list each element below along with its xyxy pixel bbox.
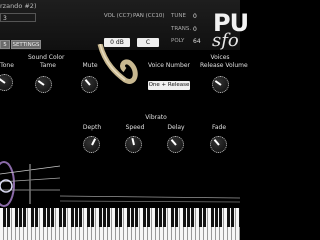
tab-current[interactable]: 5 — [0, 40, 10, 49]
black-key[interactable] — [118, 208, 122, 227]
black-key[interactable] — [210, 208, 214, 227]
pan-field[interactable]: C — [137, 38, 159, 47]
black-key[interactable] — [22, 208, 26, 227]
mute-knob[interactable] — [81, 76, 98, 93]
black-key[interactable] — [106, 208, 110, 227]
black-key[interactable] — [158, 208, 162, 227]
fade-knob[interactable] — [210, 136, 227, 153]
piano-keyboard[interactable] — [0, 208, 240, 240]
black-key[interactable] — [98, 208, 102, 227]
black-key[interactable] — [58, 208, 62, 227]
vibrato-group-label: Vibrato — [145, 114, 167, 121]
trans-value[interactable]: 0 — [193, 26, 197, 33]
voice-number-dropdown[interactable]: One + Release — [148, 81, 190, 90]
tab-settings[interactable]: SETTINGS — [11, 40, 41, 49]
logo-bottom: sfo — [212, 30, 239, 51]
black-key[interactable] — [90, 208, 94, 227]
tune-value[interactable]: 0 — [193, 13, 197, 20]
black-key[interactable] — [202, 208, 206, 227]
black-key[interactable] — [2, 208, 6, 227]
black-key[interactable] — [78, 208, 82, 227]
black-key[interactable] — [238, 208, 240, 227]
black-key[interactable] — [226, 208, 230, 227]
black-key[interactable] — [170, 208, 174, 227]
black-key[interactable] — [162, 208, 166, 227]
black-key[interactable] — [230, 208, 234, 227]
tame-label: Tame — [40, 62, 56, 69]
black-key[interactable] — [114, 208, 118, 227]
black-key[interactable] — [6, 208, 10, 227]
black-key[interactable] — [214, 208, 218, 227]
mute-label: Mute — [82, 62, 98, 69]
black-key[interactable] — [102, 208, 106, 227]
violin-body-graphic — [0, 161, 60, 207]
black-key[interactable] — [130, 208, 134, 227]
depth-label: Depth — [82, 124, 102, 131]
poly-label: POLY — [171, 38, 185, 44]
speed-knob[interactable] — [125, 136, 142, 153]
black-key[interactable] — [154, 208, 158, 227]
black-key[interactable] — [134, 208, 138, 227]
black-key[interactable] — [46, 208, 50, 227]
speed-label: Speed — [125, 124, 145, 131]
black-key[interactable] — [30, 208, 34, 227]
black-key[interactable] — [190, 208, 194, 227]
delay-label: Delay — [167, 124, 185, 131]
poly-value[interactable]: 64 — [193, 38, 201, 45]
tone-label: Tone — [0, 62, 14, 69]
pan-label: PAN (CC10) — [133, 13, 165, 19]
black-key[interactable] — [218, 208, 222, 227]
black-key[interactable] — [18, 208, 22, 227]
window-title: rzando #2) — [0, 2, 37, 10]
violin-scroll-graphic — [97, 44, 138, 84]
black-key[interactable] — [198, 208, 202, 227]
black-key[interactable] — [86, 208, 90, 227]
black-key[interactable] — [74, 208, 78, 227]
delay-knob[interactable] — [167, 136, 184, 153]
black-key[interactable] — [146, 208, 150, 227]
black-key[interactable] — [50, 208, 54, 227]
tune-label: TUNE — [171, 13, 186, 19]
voices-group-label: Voices — [210, 54, 230, 61]
violin-strings-graphic — [60, 195, 240, 203]
release-volume-knob[interactable] — [212, 76, 229, 93]
depth-knob[interactable] — [83, 136, 100, 153]
black-key[interactable] — [126, 208, 130, 227]
voice-number-label: Voice Number — [148, 62, 190, 69]
tone-knob[interactable] — [0, 74, 13, 91]
preset-selector[interactable]: 3 — [0, 13, 36, 22]
vol-label: VOL (CC7) — [103, 13, 133, 19]
black-key[interactable] — [186, 208, 190, 227]
release-volume-label: Release Volume — [200, 62, 248, 69]
sound-color-group-label: Sound Color — [28, 54, 65, 61]
trans-label: TRANS. — [171, 26, 192, 32]
tame-knob[interactable] — [35, 76, 52, 93]
black-key[interactable] — [142, 208, 146, 227]
fade-label: Fade — [211, 124, 227, 131]
black-key[interactable] — [34, 208, 38, 227]
black-key[interactable] — [14, 208, 18, 227]
black-key[interactable] — [62, 208, 66, 227]
black-key[interactable] — [70, 208, 74, 227]
black-key[interactable] — [182, 208, 186, 227]
black-key[interactable] — [174, 208, 178, 227]
black-key[interactable] — [42, 208, 46, 227]
